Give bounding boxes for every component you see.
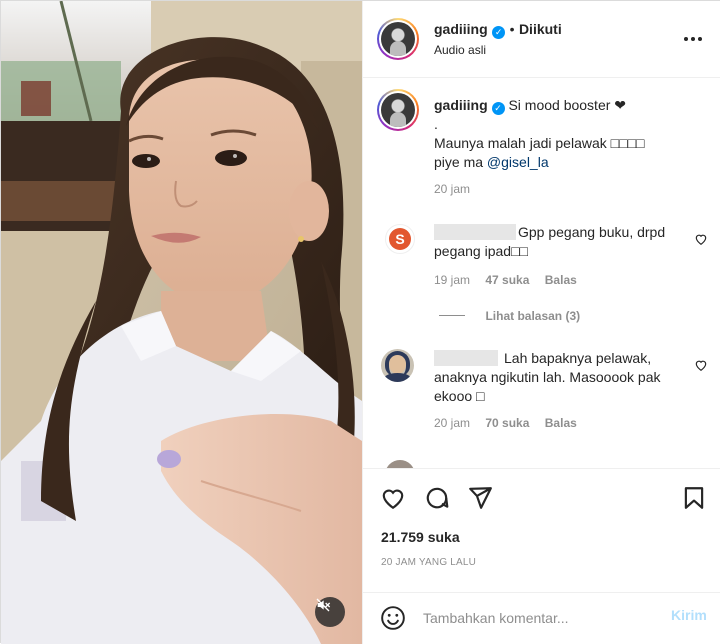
comment-text-line-1: Gpp pegang buku, drpd	[518, 224, 666, 240]
more-options-button[interactable]	[681, 29, 705, 49]
next-commenter-avatar[interactable]	[385, 460, 415, 468]
reply-button[interactable]: Balas	[545, 273, 577, 287]
verified-badge-icon: ✓	[492, 26, 506, 39]
mute-button[interactable]	[315, 597, 345, 627]
video-frame-illustration	[1, 1, 362, 644]
instagram-post-dialog: gadiiing ✓ • Diikuti Audio asli gadiiing…	[0, 0, 720, 644]
heart-icon	[695, 360, 707, 371]
caption-line-1: Si mood booster ❤	[508, 97, 627, 113]
comment-composer: Kirim	[363, 592, 720, 644]
caption-time[interactable]: 20 jam	[434, 182, 704, 196]
share-button[interactable]	[467, 485, 493, 516]
caption-line-2: Maunya malah jadi pelawak □□□□	[434, 135, 645, 151]
comment-text-line-1: Lah bapaknya pelawak,	[504, 350, 652, 366]
volume-muted-icon	[316, 598, 331, 612]
replies-divider-line	[439, 315, 465, 316]
emoji-button[interactable]	[380, 605, 406, 636]
audio-link[interactable]: Audio asli	[434, 43, 486, 57]
post-side-panel: gadiiing ✓ • Diikuti Audio asli gadiiing…	[362, 1, 720, 644]
comment-like-button[interactable]	[694, 232, 708, 251]
comment-likes[interactable]: 70 suka	[485, 416, 529, 430]
view-replies-button[interactable]: Lihat balasan (3)	[439, 307, 580, 325]
likes-count[interactable]: 21.759 suka	[381, 529, 460, 545]
post-actions: 21.759 suka 20 JAM YANG LALU	[363, 468, 720, 592]
caption-line-3: piye ma	[434, 154, 487, 170]
caption-avatar[interactable]	[377, 89, 419, 131]
bookmark-icon	[684, 487, 704, 509]
commenter-avatar[interactable]	[381, 349, 414, 382]
comment-text-line-3: ekooo □	[434, 388, 485, 404]
post-comment-button[interactable]: Kirim	[671, 607, 707, 623]
commenter-avatar[interactable]: S	[385, 224, 415, 254]
verified-badge-icon: ✓	[491, 102, 505, 115]
more-horizontal-icon	[684, 37, 702, 41]
comment-like-button[interactable]	[694, 358, 708, 377]
heart-icon	[382, 489, 404, 510]
share-icon	[469, 487, 492, 509]
post-header: gadiiing ✓ • Diikuti Audio asli	[363, 1, 720, 78]
reel-video[interactable]	[1, 1, 362, 644]
heart-icon	[695, 234, 707, 245]
caption-mention-link[interactable]: @gisel_la	[487, 154, 549, 170]
view-replies-label: Lihat balasan (3)	[485, 309, 581, 323]
commenter-username-redacted[interactable]	[434, 224, 516, 240]
comment-icon	[426, 487, 449, 509]
follow-status-button[interactable]: Diikuti	[519, 21, 562, 37]
save-button[interactable]	[681, 485, 707, 516]
comment-time[interactable]: 20 jam	[434, 416, 470, 430]
comment-time[interactable]: 19 jam	[434, 273, 470, 287]
caption-dot: .	[434, 116, 438, 132]
avatar-logo-icon: S	[389, 228, 411, 250]
comment-likes[interactable]: 47 suka	[485, 273, 529, 287]
comment-text-line-2: pegang ipad□□	[434, 243, 528, 259]
comment-button[interactable]	[424, 485, 450, 516]
avatar-image	[381, 22, 415, 56]
caption-username[interactable]: gadiiing	[434, 97, 488, 113]
comment-text-line-2: anaknya ngikutin lah. Masooook pak	[434, 369, 661, 385]
author-avatar[interactable]	[377, 18, 419, 60]
reply-button[interactable]: Balas	[545, 416, 577, 430]
avatar-image	[381, 93, 415, 127]
comment-input[interactable]	[423, 607, 633, 629]
emoji-icon	[381, 606, 405, 630]
author-username[interactable]: gadiiing	[434, 21, 488, 37]
post-timestamp[interactable]: 20 JAM YANG LALU	[381, 557, 476, 568]
commenter-username-redacted[interactable]	[434, 350, 498, 366]
like-button[interactable]	[380, 485, 406, 516]
header-separator: •	[509, 21, 515, 37]
comments-list[interactable]: gadiiing ✓ Si mood booster ❤ . Maunya ma…	[363, 79, 720, 468]
